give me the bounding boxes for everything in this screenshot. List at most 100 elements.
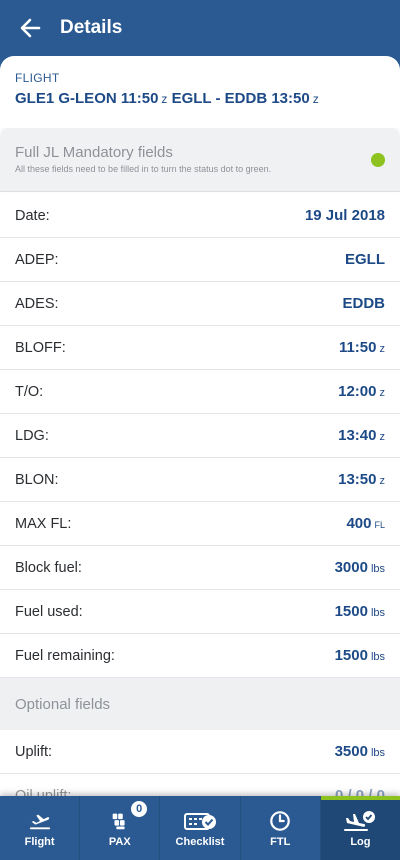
flight-card: FLIGHT GLE1 G-LEON 11:50 z EGLL - EDDB 13… <box>0 56 400 128</box>
back-button[interactable] <box>0 0 60 56</box>
field-value: 19 Jul 2018 <box>305 207 385 224</box>
unit: z <box>379 387 386 399</box>
field-label: ADEP: <box>15 251 59 268</box>
arrow-left-icon <box>20 18 41 38</box>
field-value: 3000 lbs <box>335 559 385 576</box>
plane-landing-check-icon <box>344 811 376 831</box>
unit: lbs <box>370 747 385 759</box>
details-content[interactable]: Full JL Mandatory fields All these field… <box>0 128 400 796</box>
field-value: 12:00 z <box>338 383 385 400</box>
field-value: EDDB <box>342 295 385 312</box>
flight-summary: GLE1 G-LEON 11:50 z EGLL - EDDB 13:50 z <box>15 90 400 107</box>
field-label: LDG: <box>15 427 49 444</box>
tab-label: Checklist <box>175 836 225 848</box>
value-text: EGLL <box>345 251 385 268</box>
flight-aircraft: G-LEON <box>58 90 117 107</box>
field-label: Uplift: <box>15 743 53 760</box>
value-text: 1500 <box>334 603 368 620</box>
tab-ftl[interactable]: FTL <box>241 796 321 860</box>
unit: z <box>379 343 386 355</box>
tab-label: Flight <box>24 836 55 848</box>
field-row-max-fl[interactable]: MAX FL: 400 FL <box>0 502 400 546</box>
field-value: 13:40 z <box>338 427 385 444</box>
field-rows: Date: 19 Jul 2018 ADEP: EGLL ADES: EDDB … <box>0 194 400 796</box>
plane-takeoff-icon <box>29 814 50 830</box>
field-row-ades[interactable]: ADES: EDDB <box>0 282 400 326</box>
flight-arr-zone: z <box>312 92 319 106</box>
value-text: 400 <box>346 515 372 532</box>
field-label: Fuel remaining: <box>15 647 115 664</box>
field-label: ADES: <box>15 295 59 312</box>
field-label: Block fuel: <box>15 559 82 576</box>
flight-dep-time: 11:50 <box>120 90 159 107</box>
unit: FL <box>374 520 385 530</box>
unit: lbs <box>370 607 385 619</box>
field-value: 0 / 0 / 0 <box>335 787 385 796</box>
tab-label: FTL <box>270 836 291 848</box>
pax-count-badge: 0 <box>130 800 149 818</box>
field-row-adep[interactable]: ADEP: EGLL <box>0 238 400 282</box>
field-row-block-fuel[interactable]: Block fuel: 3000 lbs <box>0 546 400 590</box>
field-value: 400 FL <box>346 515 385 532</box>
flight-route: EGLL - EDDB <box>171 90 268 107</box>
field-value: 1500 lbs <box>335 603 385 620</box>
optional-title: Optional fields <box>15 695 111 713</box>
unit: z <box>379 475 386 487</box>
page-title: Details <box>60 17 123 38</box>
field-row-landing[interactable]: LDG: 13:40 z <box>0 414 400 458</box>
tab-pax[interactable]: 0 PAX <box>80 796 161 860</box>
field-label: Oil uplift: <box>15 787 72 797</box>
field-value: 3500 lbs <box>335 743 385 760</box>
checklist-icon <box>184 813 216 830</box>
flight-dep-zone: z <box>161 92 168 106</box>
field-row-uplift[interactable]: Uplift: 3500 lbs <box>0 730 400 774</box>
bottom-tab-bar: Flight 0 PAX Checklist FTL Log <box>0 796 400 860</box>
field-row-bloff[interactable]: BLOFF: 11:50 z <box>0 326 400 370</box>
field-label: BLOFF: <box>15 339 66 356</box>
value-text: 1500 <box>334 647 368 664</box>
clock-icon <box>270 811 291 831</box>
value-text: 11:50 <box>338 339 377 356</box>
mandatory-subtitle: All these fields need to be filled in to… <box>15 164 272 174</box>
field-row-fuel-remaining[interactable]: Fuel remaining: 1500 lbs <box>0 634 400 678</box>
value-text: 12:00 <box>338 383 377 400</box>
field-value: 13:50 z <box>338 471 385 488</box>
value-text: 19 Jul 2018 <box>304 207 385 224</box>
field-row-oil-uplift[interactable]: Oil uplift: 0 / 0 / 0 <box>0 774 400 796</box>
tab-label: PAX <box>108 836 131 848</box>
value-text: 0 / 0 / 0 <box>334 787 385 796</box>
field-row-fuel-used[interactable]: Fuel used: 1500 lbs <box>0 590 400 634</box>
tab-flight[interactable]: Flight <box>0 796 81 860</box>
tab-log[interactable]: Log <box>320 796 400 860</box>
field-label: Fuel used: <box>15 603 83 620</box>
field-row-takeoff[interactable]: T/O: 12:00 z <box>0 370 400 414</box>
field-label: MAX FL: <box>15 515 72 532</box>
field-value: EGLL <box>345 251 385 268</box>
value-text: EDDB <box>342 295 385 312</box>
field-label: BLON: <box>15 471 59 488</box>
mandatory-fields-section: Full JL Mandatory fields All these field… <box>0 128 400 192</box>
unit: lbs <box>370 651 385 663</box>
unit: z <box>379 431 386 443</box>
field-row-date[interactable]: Date: 19 Jul 2018 <box>0 194 400 238</box>
status-dot <box>371 153 385 167</box>
app-header: Details <box>0 0 400 56</box>
flight-label: FLIGHT <box>15 71 60 85</box>
value-text: 3000 <box>334 559 368 576</box>
flight-number: GLE1 <box>15 90 55 107</box>
unit: lbs <box>370 563 385 575</box>
value-text: 13:40 <box>338 427 377 444</box>
optional-fields-header: Optional fields <box>0 678 400 730</box>
value-text: 13:50 <box>338 471 377 488</box>
field-label: Date: <box>15 207 50 224</box>
field-row-blon[interactable]: BLON: 13:50 z <box>0 458 400 502</box>
field-value: 1500 lbs <box>335 647 385 664</box>
tab-checklist[interactable]: Checklist <box>160 796 241 860</box>
field-label: T/O: <box>15 383 44 400</box>
flight-arr-time: 13:50 <box>271 90 310 107</box>
value-text: 3500 <box>334 743 368 760</box>
mandatory-title: Full JL Mandatory fields <box>15 144 173 161</box>
tab-label: Log <box>350 836 371 848</box>
passengers-icon <box>112 813 125 830</box>
field-value: 11:50 z <box>339 339 385 356</box>
